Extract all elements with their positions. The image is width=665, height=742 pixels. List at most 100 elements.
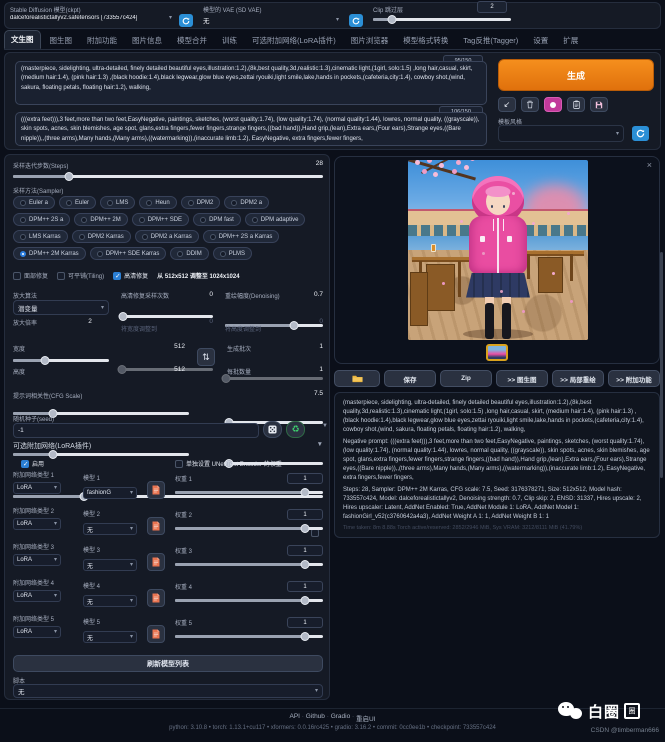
sampler-option[interactable]: LMS	[100, 196, 135, 209]
footer-link[interactable]: API	[290, 713, 306, 723]
tab[interactable]: 训练	[216, 32, 243, 49]
close-icon[interactable]: ×	[647, 160, 652, 170]
sampler-option[interactable]: DDIM	[170, 247, 208, 260]
sampler-option[interactable]: Euler	[59, 196, 96, 209]
sampler-option[interactable]: DPM++ 2S a Karras	[203, 230, 280, 243]
lora-weight-slider[interactable]	[175, 524, 323, 533]
sampler-option[interactable]: Heun	[139, 196, 176, 209]
tab[interactable]: 设置	[527, 32, 554, 49]
vae-refresh-button[interactable]	[349, 14, 363, 27]
lora-weight-slider[interactable]	[175, 488, 323, 497]
lora-model-info-button[interactable]	[147, 553, 165, 571]
output-action-button[interactable]: >> 局部重绘	[552, 370, 604, 387]
sampler-option[interactable]: DPM adaptive	[245, 213, 306, 226]
footer-link[interactable]: Github	[306, 713, 331, 723]
sampler-option[interactable]: DPM2	[181, 196, 221, 209]
tab[interactable]: 附加功能	[81, 32, 123, 49]
prompt-textarea[interactable]: (masterpiece, sidelighting, ultra-detail…	[15, 61, 487, 105]
tab[interactable]: 模型格式转换	[397, 32, 454, 49]
batch-count-value[interactable]: 1	[295, 343, 323, 350]
sampler-option[interactable]: DPM++ 2S a	[13, 213, 70, 226]
checkpoint-refresh-button[interactable]	[179, 14, 193, 27]
lora-weight-value[interactable]: 1	[287, 509, 323, 520]
output-action-button[interactable]: >> 图生图	[496, 370, 548, 387]
upscaler-select[interactable]: 潜变量▾	[13, 300, 109, 315]
lora-separate-weights-checkbox[interactable]: 单独设置 UNet/Text Encoder 的权重	[175, 459, 282, 468]
lora-model-info-button[interactable]	[147, 625, 165, 643]
lora-type-select[interactable]: LoRA▾	[13, 590, 61, 602]
styles-refresh-button[interactable]	[632, 126, 649, 141]
steps-slider[interactable]	[13, 172, 323, 181]
tiling-checkbox[interactable]: 可平铺(Tiling)	[57, 271, 104, 280]
lora-model-select[interactable]: 无▾	[83, 595, 137, 607]
clip-skip-value[interactable]: 2	[477, 1, 507, 13]
generate-button[interactable]: 生成	[498, 59, 654, 91]
upscale-by-value[interactable]: 2	[75, 318, 105, 325]
tab[interactable]: 图片信息	[126, 32, 168, 49]
lora-model-select[interactable]: 无▾	[83, 559, 137, 571]
hires-steps-value[interactable]: 0	[191, 291, 213, 298]
cfg-value[interactable]: 7.5	[285, 390, 323, 397]
apply-style-button[interactable]	[567, 97, 585, 112]
sampler-option[interactable]: DPM2 a Karras	[135, 230, 199, 243]
lora-model-select[interactable]: 无▾	[83, 523, 137, 535]
tab[interactable]: 扩展	[557, 32, 584, 49]
lora-type-select[interactable]: LoRA▾	[13, 626, 61, 638]
lora-type-select[interactable]: LoRA▾	[13, 482, 61, 494]
footer-link[interactable]: 重启UI	[356, 713, 376, 723]
lora-weight-value[interactable]: 1	[287, 581, 323, 592]
styles-select[interactable]: ▾	[498, 125, 624, 142]
vae-select[interactable]: 无 ▾	[203, 15, 339, 25]
clear-prompt-button[interactable]	[521, 97, 539, 112]
negative-prompt-textarea[interactable]: (((extra feet))),3 feet,more than two fe…	[15, 112, 487, 146]
lora-type-select[interactable]: LoRA▾	[13, 518, 61, 530]
sampler-option[interactable]: DPM++ 2M Karras	[13, 247, 86, 260]
tab[interactable]: 可选附加网络(LoRA插件)	[246, 32, 342, 49]
lora-weight-value[interactable]: 1	[287, 473, 323, 484]
tab[interactable]: 图生图	[44, 32, 79, 49]
generated-image[interactable]	[408, 160, 588, 340]
hires-fix-checkbox[interactable]: 高清修复	[113, 271, 148, 280]
lora-type-select[interactable]: LoRA▾	[13, 554, 61, 566]
output-action-button[interactable]: 保存	[384, 370, 436, 387]
upscale-by-slider[interactable]	[13, 356, 109, 365]
lora-weight-slider[interactable]	[175, 560, 323, 569]
lora-weight-value[interactable]: 1	[287, 617, 323, 628]
swap-dimensions-button[interactable]: ⇅	[197, 348, 215, 366]
gallery-thumbnail[interactable]	[486, 344, 508, 361]
sampler-option[interactable]: Euler a	[13, 196, 55, 209]
sampler-option[interactable]: DPM++ SDE Karras	[90, 247, 167, 260]
checkpoint-select[interactable]: dalceforealistictallyv2.safetensors [733…	[10, 15, 172, 21]
read-params-button[interactable]: ↙	[498, 97, 516, 112]
lora-model-select[interactable]: 无▾	[83, 631, 137, 643]
width-value[interactable]: 512	[145, 343, 185, 350]
extra-networks-button[interactable]	[544, 97, 562, 112]
seed-extra-collapse-icon[interactable]: ▼	[322, 423, 328, 429]
lora-model-select[interactable]: fashionG▾	[83, 487, 137, 499]
batch-size-value[interactable]: 1	[295, 366, 323, 373]
lora-enable-checkbox[interactable]: 启用	[21, 459, 44, 468]
save-style-button[interactable]	[590, 97, 608, 112]
footer-link[interactable]: Gradio	[331, 713, 356, 723]
lora-accordion-header[interactable]: 可选附加网络(LoRA插件) ▼	[13, 441, 323, 451]
denoising-value[interactable]: 0.7	[301, 291, 323, 298]
scrollbar-thumb[interactable]	[660, 252, 663, 478]
sampler-option[interactable]: PLMS	[213, 247, 252, 260]
resize-height-value[interactable]: 0	[301, 318, 323, 325]
sampler-option[interactable]: LMS Karras	[13, 230, 68, 243]
lora-weight-slider[interactable]	[175, 632, 323, 641]
tab[interactable]: 图片浏览器	[345, 32, 395, 49]
lora-weight-slider[interactable]	[175, 596, 323, 605]
lora-model-info-button[interactable]	[147, 517, 165, 535]
sampler-option[interactable]: DPM2 Karras	[72, 230, 131, 243]
sampler-option[interactable]: DPM fast	[193, 213, 241, 226]
reuse-seed-button[interactable]: ♻	[286, 421, 305, 438]
height-slider[interactable]	[13, 450, 189, 459]
random-seed-button[interactable]	[263, 421, 282, 438]
sampler-option[interactable]: DPM2 a	[224, 196, 269, 209]
output-action-button[interactable]: Zip	[440, 370, 492, 387]
refresh-models-button[interactable]: 刷新模型列表	[13, 655, 323, 672]
lora-weight-value[interactable]: 1	[287, 545, 323, 556]
height-value[interactable]: 512	[145, 366, 185, 373]
sampler-option[interactable]: DPM++ 2M	[74, 213, 127, 226]
